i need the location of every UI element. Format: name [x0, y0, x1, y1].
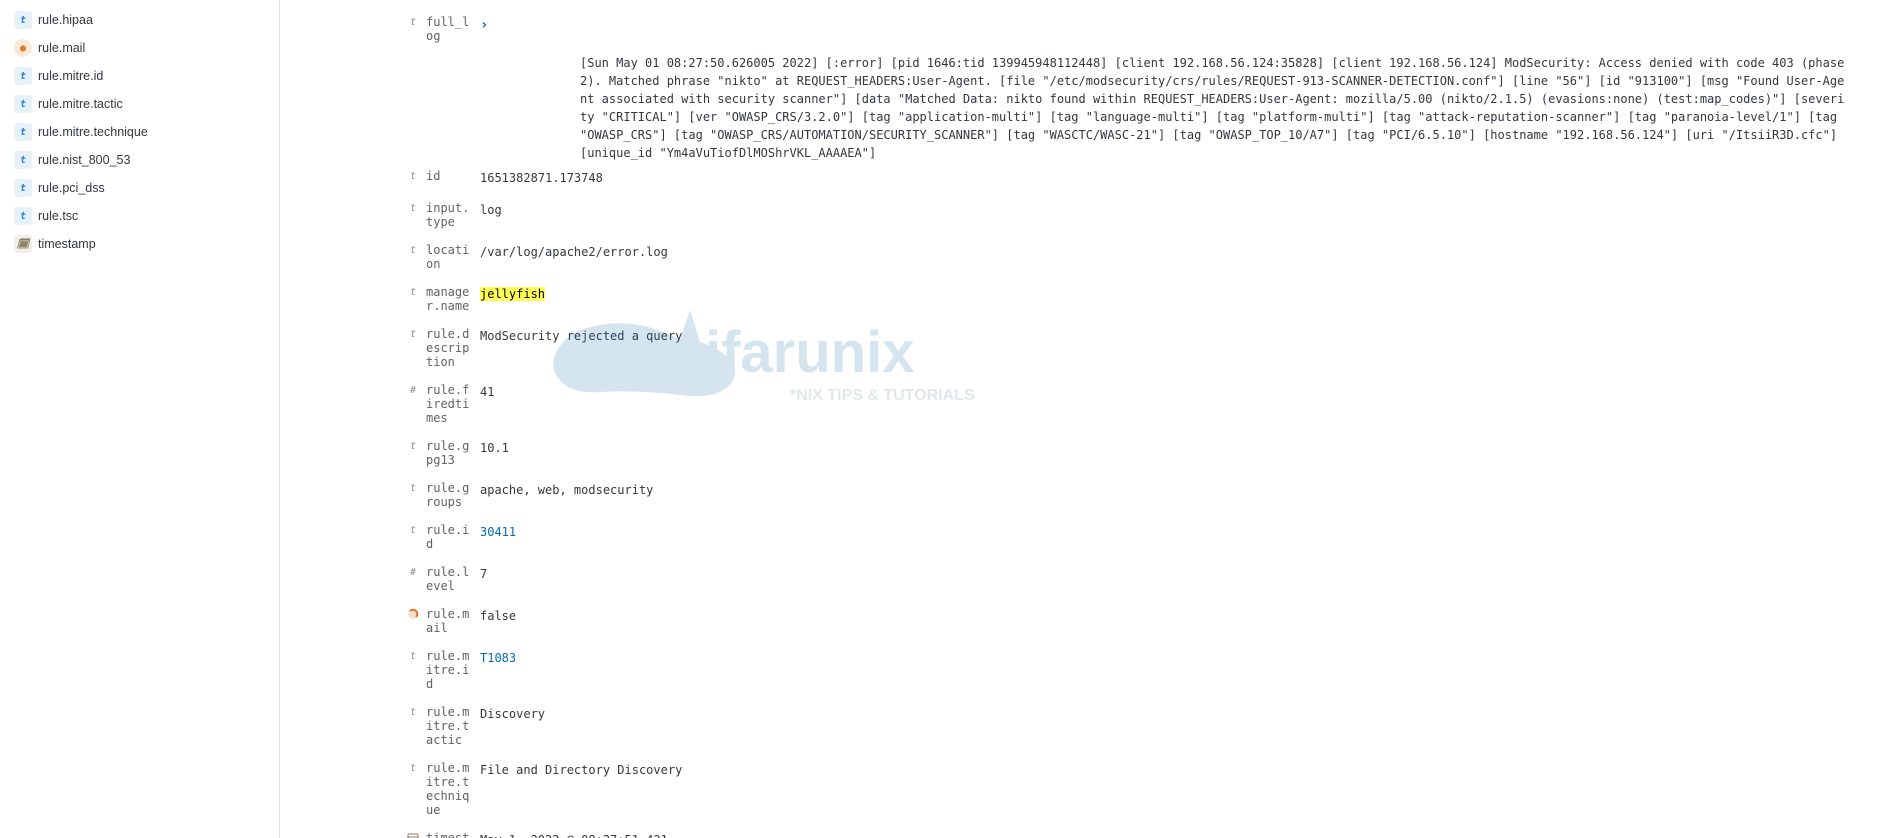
field-key: rule.id: [426, 523, 470, 551]
sidebar-item-rule-mail[interactable]: ● rule.mail: [8, 34, 271, 62]
field-value: false: [470, 607, 1860, 625]
field-key: rule.gpg13: [426, 439, 470, 467]
text-field-icon: t: [14, 11, 32, 29]
field-value: 7: [470, 565, 1860, 583]
text-field-icon: t: [14, 179, 32, 197]
text-field-icon: t: [406, 169, 420, 183]
text-field-icon: t: [406, 285, 420, 299]
number-field-icon: #: [406, 383, 420, 397]
detail-row-rule-gpg13: t rule.gpg1310.1: [300, 432, 1860, 474]
detail-row-rule-description: t rule.descriptionModSecurity rejected a …: [300, 320, 1860, 376]
sidebar-item-label: rule.mitre.id: [38, 69, 103, 83]
field-key: rule.description: [426, 327, 470, 369]
sidebar-item-label: rule.mitre.tactic: [38, 97, 123, 111]
document-detail-panel: ifarunix *NIX TIPS & TUTORIALS t full_lo…: [280, 0, 1880, 838]
detail-row-rule-id: t rule.id30411: [300, 516, 1860, 558]
text-field-icon: t: [14, 207, 32, 225]
field-value: 41: [470, 383, 1860, 401]
text-field-icon: t: [406, 327, 420, 341]
text-field-icon: t: [14, 123, 32, 141]
text-field-icon: t: [406, 243, 420, 257]
detail-row-rule-mitre-tactic: t rule.mitre.tacticDiscovery: [300, 698, 1860, 754]
sidebar-item-label: rule.tsc: [38, 209, 78, 223]
detail-row-rule-firedtimes: # rule.firedtimes41: [300, 376, 1860, 432]
field-value: Discovery: [470, 705, 1860, 723]
field-key: rule.firedtimes: [426, 383, 470, 425]
detail-row-full-log: t full_log ›: [300, 8, 1860, 50]
text-field-icon: t: [406, 705, 420, 719]
field-key-full-log: full_log: [426, 15, 470, 43]
text-field-icon: t: [406, 649, 420, 663]
sidebar-item-rule-mitre-id[interactable]: t rule.mitre.id: [8, 62, 271, 90]
text-field-icon: t: [406, 481, 420, 495]
sidebar-item-label: rule.mitre.technique: [38, 125, 148, 139]
sidebar-item-label: rule.mail: [38, 41, 85, 55]
sidebar-item-rule-hipaa[interactable]: t rule.hipaa: [8, 6, 271, 34]
detail-row-rule-mitre-id: t rule.mitre.idT1083: [300, 642, 1860, 698]
sidebar-item-label: rule.hipaa: [38, 13, 93, 27]
text-field-icon: t: [14, 67, 32, 85]
sidebar-item-label: rule.pci_dss: [38, 181, 105, 195]
field-value: /var/log/apache2/error.log: [470, 243, 1860, 261]
field-key: rule.level: [426, 565, 470, 593]
boolean-field-icon: [406, 607, 420, 621]
field-value: apache, web, modsecurity: [470, 481, 1860, 499]
field-value: ModSecurity rejected a query: [470, 327, 1860, 345]
full-log-value: [Sun May 01 08:27:50.626005 2022] [:erro…: [580, 54, 1860, 162]
date-field-icon: [406, 831, 420, 838]
field-value[interactable]: T1083: [470, 649, 1860, 667]
text-field-icon: t: [14, 151, 32, 169]
text-field-icon: t: [406, 761, 420, 775]
field-key: rule.mitre.technique: [426, 761, 470, 817]
field-key: timestamp: [426, 831, 470, 838]
sidebar-item-label: timestamp: [38, 237, 96, 251]
field-key: input.type: [426, 201, 470, 229]
sidebar-item-rule-pci-dss[interactable]: t rule.pci_dss: [8, 174, 271, 202]
detail-row-rule-mail: rule.mailfalse: [300, 600, 1860, 642]
sidebar-item-rule-nist-800-53[interactable]: t rule.nist_800_53: [8, 146, 271, 174]
date-field-icon: 🗓: [14, 235, 32, 253]
number-field-icon: #: [406, 565, 420, 579]
sidebar-item-rule-mitre-technique[interactable]: t rule.mitre.technique: [8, 118, 271, 146]
detail-row-timestamp: timestampMay 1, 2022 @ 08:27:51.421: [300, 824, 1860, 838]
text-field-icon: t: [14, 95, 32, 113]
field-type-icon: t: [406, 15, 420, 29]
field-key: id: [426, 169, 440, 183]
field-value[interactable]: 30411: [470, 523, 1860, 541]
field-key: rule.mail: [426, 607, 470, 635]
text-field-icon: t: [406, 523, 420, 537]
sidebar-item-label: rule.nist_800_53: [38, 153, 130, 167]
field-value: File and Directory Discovery: [470, 761, 1860, 779]
detail-row-manager-name: t manager.namejellyfish: [300, 278, 1860, 320]
detail-row-location: t location/var/log/apache2/error.log: [300, 236, 1860, 278]
field-value: jellyfish: [470, 285, 1860, 303]
detail-row-rule-level: # rule.level7: [300, 558, 1860, 600]
field-key: rule.mitre.tactic: [426, 705, 470, 747]
detail-row-input-type: t input.typelog: [300, 194, 1860, 236]
sidebar-item-rule-mitre-tactic[interactable]: t rule.mitre.tactic: [8, 90, 271, 118]
detail-row-rule-mitre-technique: t rule.mitre.techniqueFile and Directory …: [300, 754, 1860, 824]
detail-row-id: tid 1651382871.173748: [300, 162, 1860, 194]
field-sidebar: trule.hipaa●rule.mailtrule.mitre.idtrule…: [0, 0, 280, 838]
field-value: log: [470, 201, 1860, 219]
field-value: May 1, 2022 @ 08:27:51.421: [470, 831, 1860, 838]
field-key: manager.name: [426, 285, 470, 313]
expand-icon[interactable]: ›: [480, 15, 488, 36]
text-field-icon: t: [406, 439, 420, 453]
field-key: location: [426, 243, 470, 271]
boolean-field-icon: ●: [14, 39, 32, 57]
text-field-icon: t: [406, 201, 420, 215]
field-value: 10.1: [470, 439, 1860, 457]
field-key: rule.groups: [426, 481, 470, 509]
field-value: 1651382871.173748: [470, 169, 1860, 187]
sidebar-item-rule-tsc[interactable]: t rule.tsc: [8, 202, 271, 230]
detail-row-rule-groups: t rule.groupsapache, web, modsecurity: [300, 474, 1860, 516]
sidebar-item-timestamp[interactable]: 🗓 timestamp: [8, 230, 271, 258]
field-key: rule.mitre.id: [426, 649, 470, 691]
